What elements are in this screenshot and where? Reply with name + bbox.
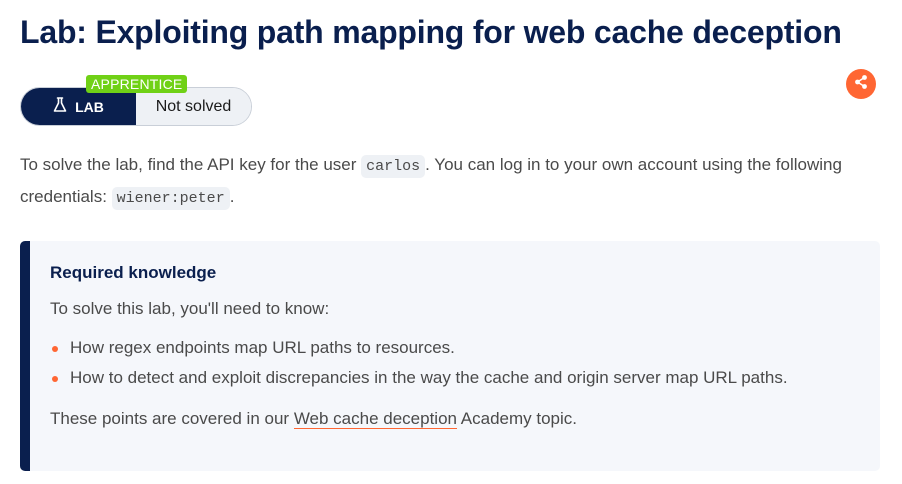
solved-status: Not solved: [136, 88, 251, 125]
share-icon: [853, 74, 869, 95]
lab-status-badge: APPRENTICE LAB Not solved: [20, 75, 252, 126]
web-cache-deception-link[interactable]: Web cache deception: [293, 409, 457, 429]
intro-text: To solve the lab, find the API key for t…: [20, 155, 362, 174]
knowledge-heading: Required knowledge: [50, 263, 217, 282]
share-button[interactable]: [846, 69, 876, 99]
intro-text: .: [229, 187, 235, 206]
outro-text: Academy topic.: [457, 409, 578, 428]
intro-paragraph: To solve the lab, find the API key for t…: [20, 150, 880, 214]
bullet-icon: [52, 346, 58, 352]
list-item-text: How to detect and exploit discrepancies …: [70, 368, 788, 387]
knowledge-outro: These points are covered in our Web cach…: [50, 409, 860, 429]
credentials-code: wiener:peter: [111, 187, 230, 210]
page-title: Lab: Exploiting path mapping for web cac…: [20, 14, 842, 50]
level-tag: APPRENTICE: [86, 75, 188, 93]
lab-label: LAB: [75, 98, 104, 115]
username-code: carlos: [361, 155, 426, 178]
knowledge-lead: To solve this lab, you'll need to know:: [50, 299, 330, 318]
list-item: How regex endpoints map URL paths to res…: [52, 333, 860, 363]
list-item-text: How regex endpoints map URL paths to res…: [70, 338, 455, 357]
required-knowledge-panel: Required knowledge To solve this lab, yo…: [20, 241, 880, 471]
list-item: How to detect and exploit discrepancies …: [52, 363, 860, 393]
knowledge-list: How regex endpoints map URL paths to res…: [50, 333, 860, 393]
flask-icon: [53, 97, 67, 116]
outro-text: These points are covered in our: [50, 409, 294, 428]
lab-type-label: LAB: [21, 88, 136, 125]
bullet-icon: [52, 376, 58, 382]
